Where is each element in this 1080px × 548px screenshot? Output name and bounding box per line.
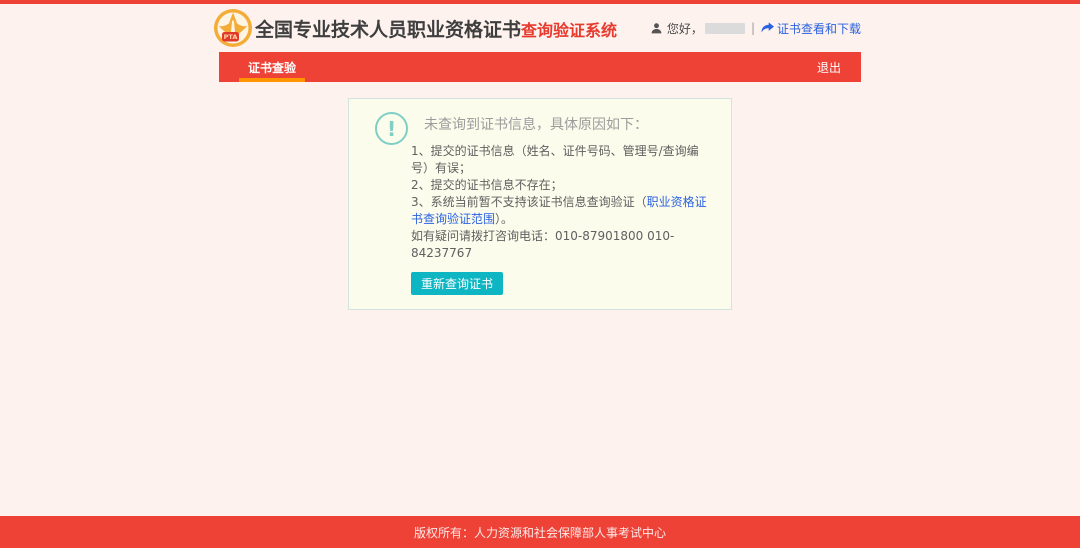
page-title: 全国专业技术人员职业资格证书 查询验证系统 [255,15,617,42]
username-redacted [705,23,745,34]
share-arrow-icon [761,22,774,34]
alert-reason-3-suffix: ）。 [495,212,513,226]
logout-label: 退出 [817,59,841,76]
page-title-main: 全国专业技术人员职业资格证书 [255,15,521,42]
exclamation-circle-icon: ! [375,112,408,145]
logout-button[interactable]: 退出 [797,52,861,82]
phone-help-line: 如有疑问请拨打咨询电话：010-87901800 010-84237767 [411,228,713,262]
page-title-accent: 查询验证系统 [521,17,617,41]
separator: | [751,21,755,35]
copyright-label: 版权所有：人力资源和社会保障部人事考试中心 [414,524,666,541]
user-icon [650,22,663,35]
svg-text:PTA: PTA [224,33,238,41]
requery-certificate-button[interactable]: 重新查询证书 [411,272,503,295]
alert-reason-1: 1、提交的证书信息（姓名、证件号码、管理号/查询编号）有误； [411,143,713,177]
footer: 版权所有：人力资源和社会保障部人事考试中心 [0,516,1080,548]
nav-bar: 证书查验 退出 [219,52,861,82]
no-result-alert-panel: ! 未查询到证书信息，具体原因如下： 1、提交的证书信息（姓名、证件号码、管理号… [348,98,732,310]
active-tab-underline [239,78,305,82]
header: PTA 全国专业技术人员职业资格证书 查询验证系统 您好， | 证书查看和下载 [219,4,861,52]
exclamation-glyph: ! [387,119,396,139]
cert-download-link[interactable]: 证书查看和下载 [761,20,861,37]
alert-reason-3: 3、系统当前暂不支持该证书信息查询验证（职业资格证书查询验证范围）。 [411,194,713,228]
greeting-label: 您好， [667,20,703,37]
tab-cert-check[interactable]: 证书查验 [239,52,305,82]
alert-reason-3-prefix: 3、系统当前暂不支持该证书信息查询验证（ [411,195,647,209]
tab-cert-check-label: 证书查验 [248,59,296,76]
pta-logo-icon: PTA [213,8,253,48]
user-area: 您好， | 证书查看和下载 [650,20,861,37]
cert-download-link-label: 证书查看和下载 [777,20,861,37]
alert-reason-2: 2、提交的证书信息不存在； [411,177,713,194]
alert-title: 未查询到证书信息，具体原因如下： [424,114,713,134]
main-content: ! 未查询到证书信息，具体原因如下： 1、提交的证书信息（姓名、证件号码、管理号… [0,82,1080,516]
